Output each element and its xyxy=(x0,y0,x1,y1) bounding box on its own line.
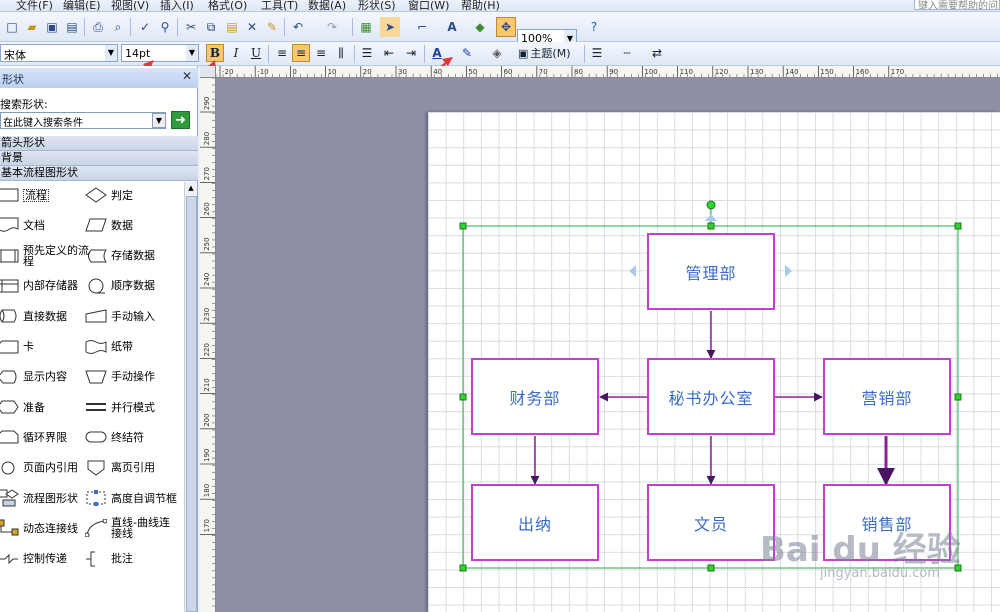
node-mgmt[interactable]: 管理部 xyxy=(647,233,775,310)
autoconnect-up-icon[interactable] xyxy=(705,214,717,221)
watermark-url: jingyan.baidu.com xyxy=(820,566,940,581)
node-finance[interactable]: 财务部 xyxy=(471,358,599,435)
node-secretary[interactable]: 秘书办公室 xyxy=(647,358,775,435)
watermark-brand: Bai du 经验 xyxy=(760,530,961,570)
rotation-handle[interactable] xyxy=(706,200,716,210)
autoconnect-right-icon[interactable] xyxy=(785,265,792,277)
node-sales[interactable]: 营销部 xyxy=(823,358,951,435)
node-clerk[interactable]: 文员 xyxy=(647,484,775,561)
node-cashier[interactable]: 出纳 xyxy=(471,484,599,561)
autoconnect-left-icon[interactable] xyxy=(629,265,636,277)
